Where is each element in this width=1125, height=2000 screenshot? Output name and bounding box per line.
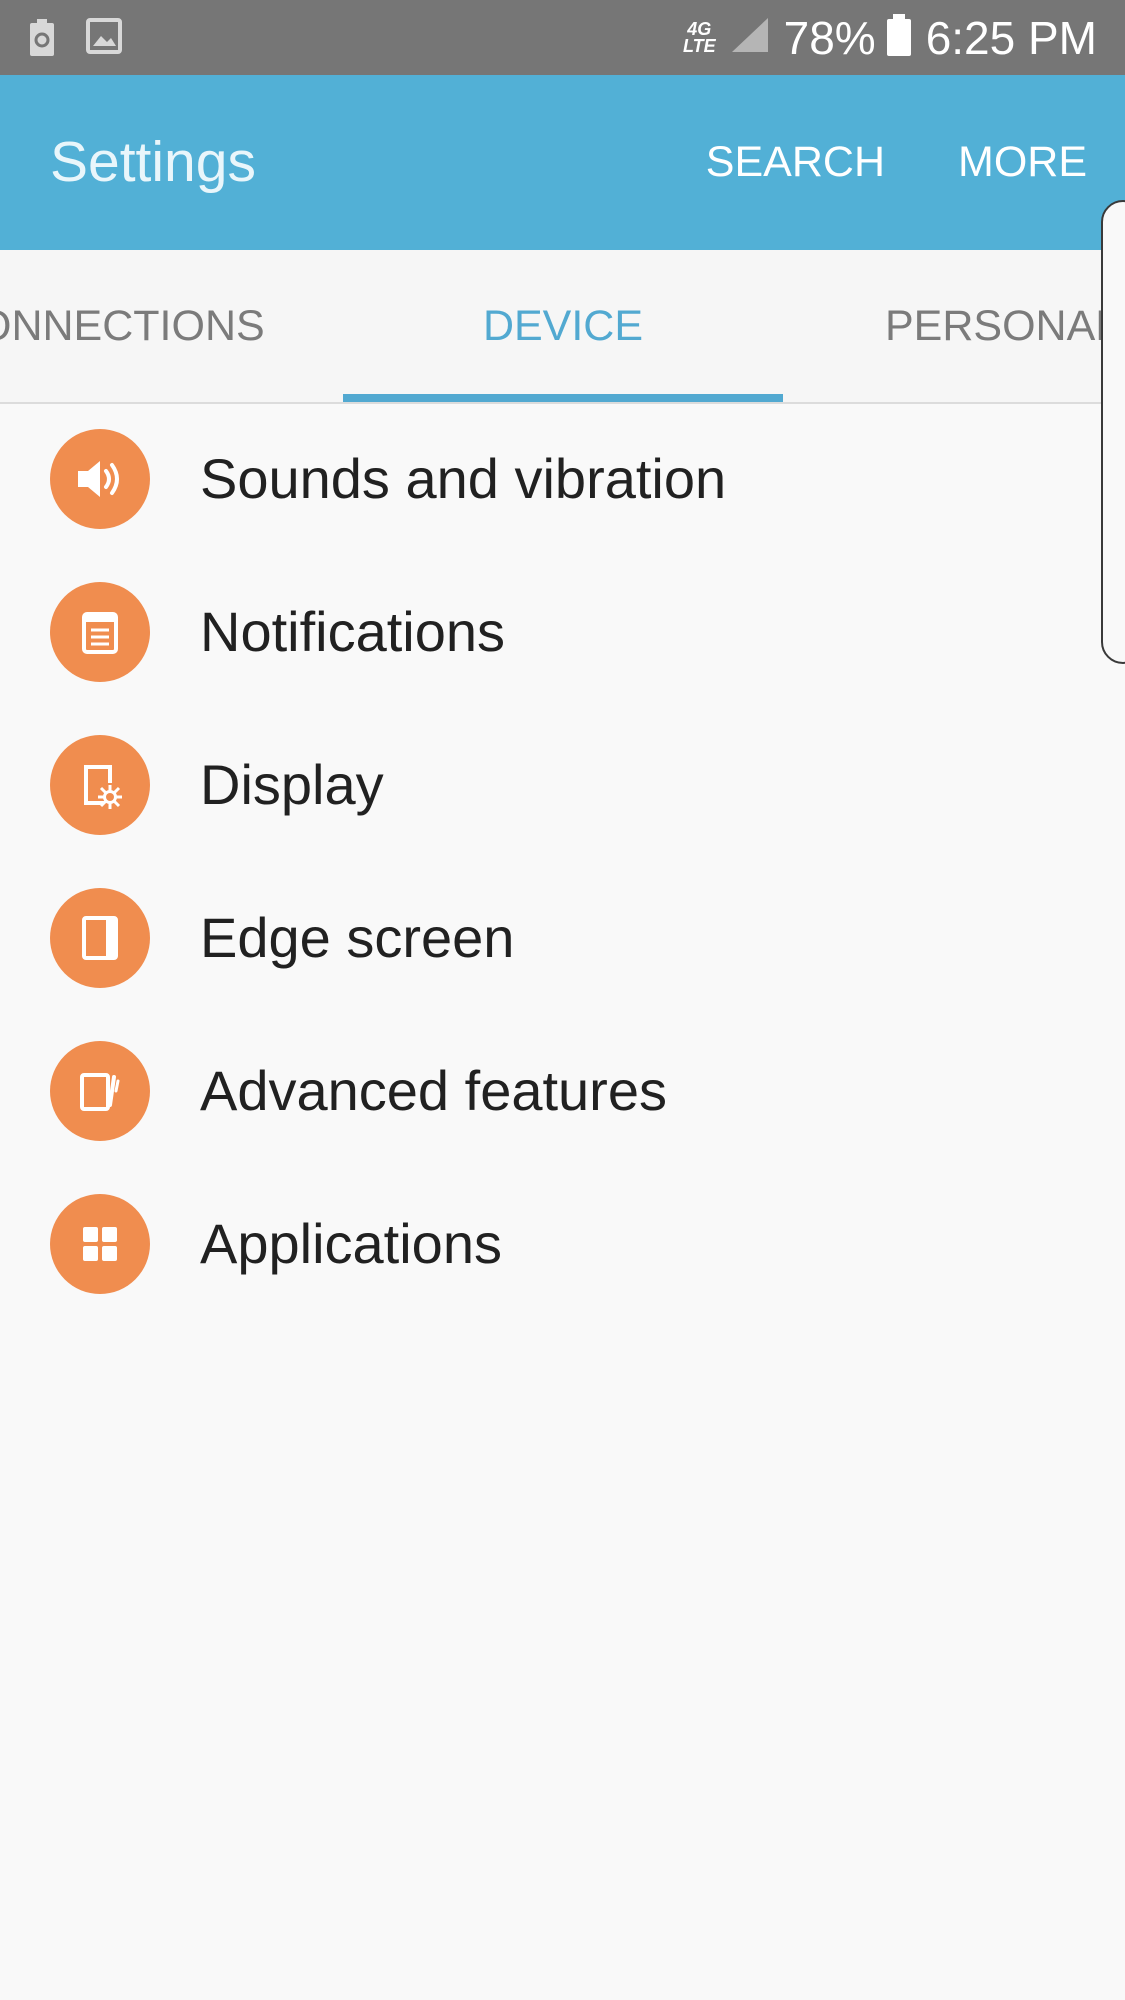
network-type-top: 4G — [687, 18, 712, 39]
status-right: 4G LTE 78% 6:25 PM — [683, 0, 1097, 75]
signal-icon — [730, 16, 770, 59]
status-bar: 4G LTE 78% 6:25 PM — [0, 0, 1125, 75]
status-left-icons — [28, 18, 122, 63]
list-item-label: Advanced features — [200, 1059, 667, 1122]
list-item-label: Display — [200, 753, 384, 816]
tab-connections[interactable]: ONNECTIONS — [0, 250, 265, 402]
tab-personal[interactable]: PERSONAL — [885, 250, 1119, 402]
app-bar: Settings SEARCH MORE — [0, 75, 1125, 250]
list-item-display[interactable]: Display — [0, 708, 1110, 861]
network-type: 4G LTE — [682, 18, 716, 56]
list-item-label: Applications — [200, 1212, 502, 1275]
list-item-label: Sounds and vibration — [200, 447, 727, 510]
speaker-icon — [50, 428, 150, 529]
list-item-advanced-features[interactable]: Advanced features — [0, 1014, 1110, 1167]
tab-device[interactable]: DEVICE — [343, 250, 783, 402]
image-icon — [86, 18, 122, 63]
battery-percent: 78% — [783, 11, 876, 64]
more-button[interactable]: MORE — [958, 75, 1087, 250]
page-title: Settings — [50, 130, 256, 194]
network-type-bottom: LTE — [682, 35, 716, 56]
list-item-applications[interactable]: Applications — [0, 1167, 1110, 1320]
edge-panel-handle[interactable] — [1101, 200, 1125, 664]
list-item-notifications[interactable]: Notifications — [0, 555, 1110, 708]
search-button[interactable]: SEARCH — [706, 75, 885, 250]
notification-icon — [50, 581, 150, 682]
battery-icon — [886, 13, 912, 62]
display-brightness-icon — [50, 734, 150, 835]
list-item-label: Edge screen — [200, 906, 515, 969]
list-item-sounds-and-vibration[interactable]: Sounds and vibration — [0, 402, 1110, 555]
tab-bar: ONNECTIONS DEVICE PERSONAL — [0, 250, 1125, 404]
clock: 6:25 PM — [925, 11, 1097, 64]
applications-icon — [50, 1193, 150, 1294]
settings-list: Sounds and vibration Notifications Displ… — [0, 402, 1110, 1320]
battery-saver-icon — [28, 18, 56, 63]
advanced-features-icon — [50, 1040, 150, 1141]
edge-screen-icon — [50, 887, 150, 988]
list-item-label: Notifications — [200, 600, 506, 663]
tab-selected-indicator — [343, 394, 783, 402]
list-item-edge-screen[interactable]: Edge screen — [0, 861, 1110, 1014]
